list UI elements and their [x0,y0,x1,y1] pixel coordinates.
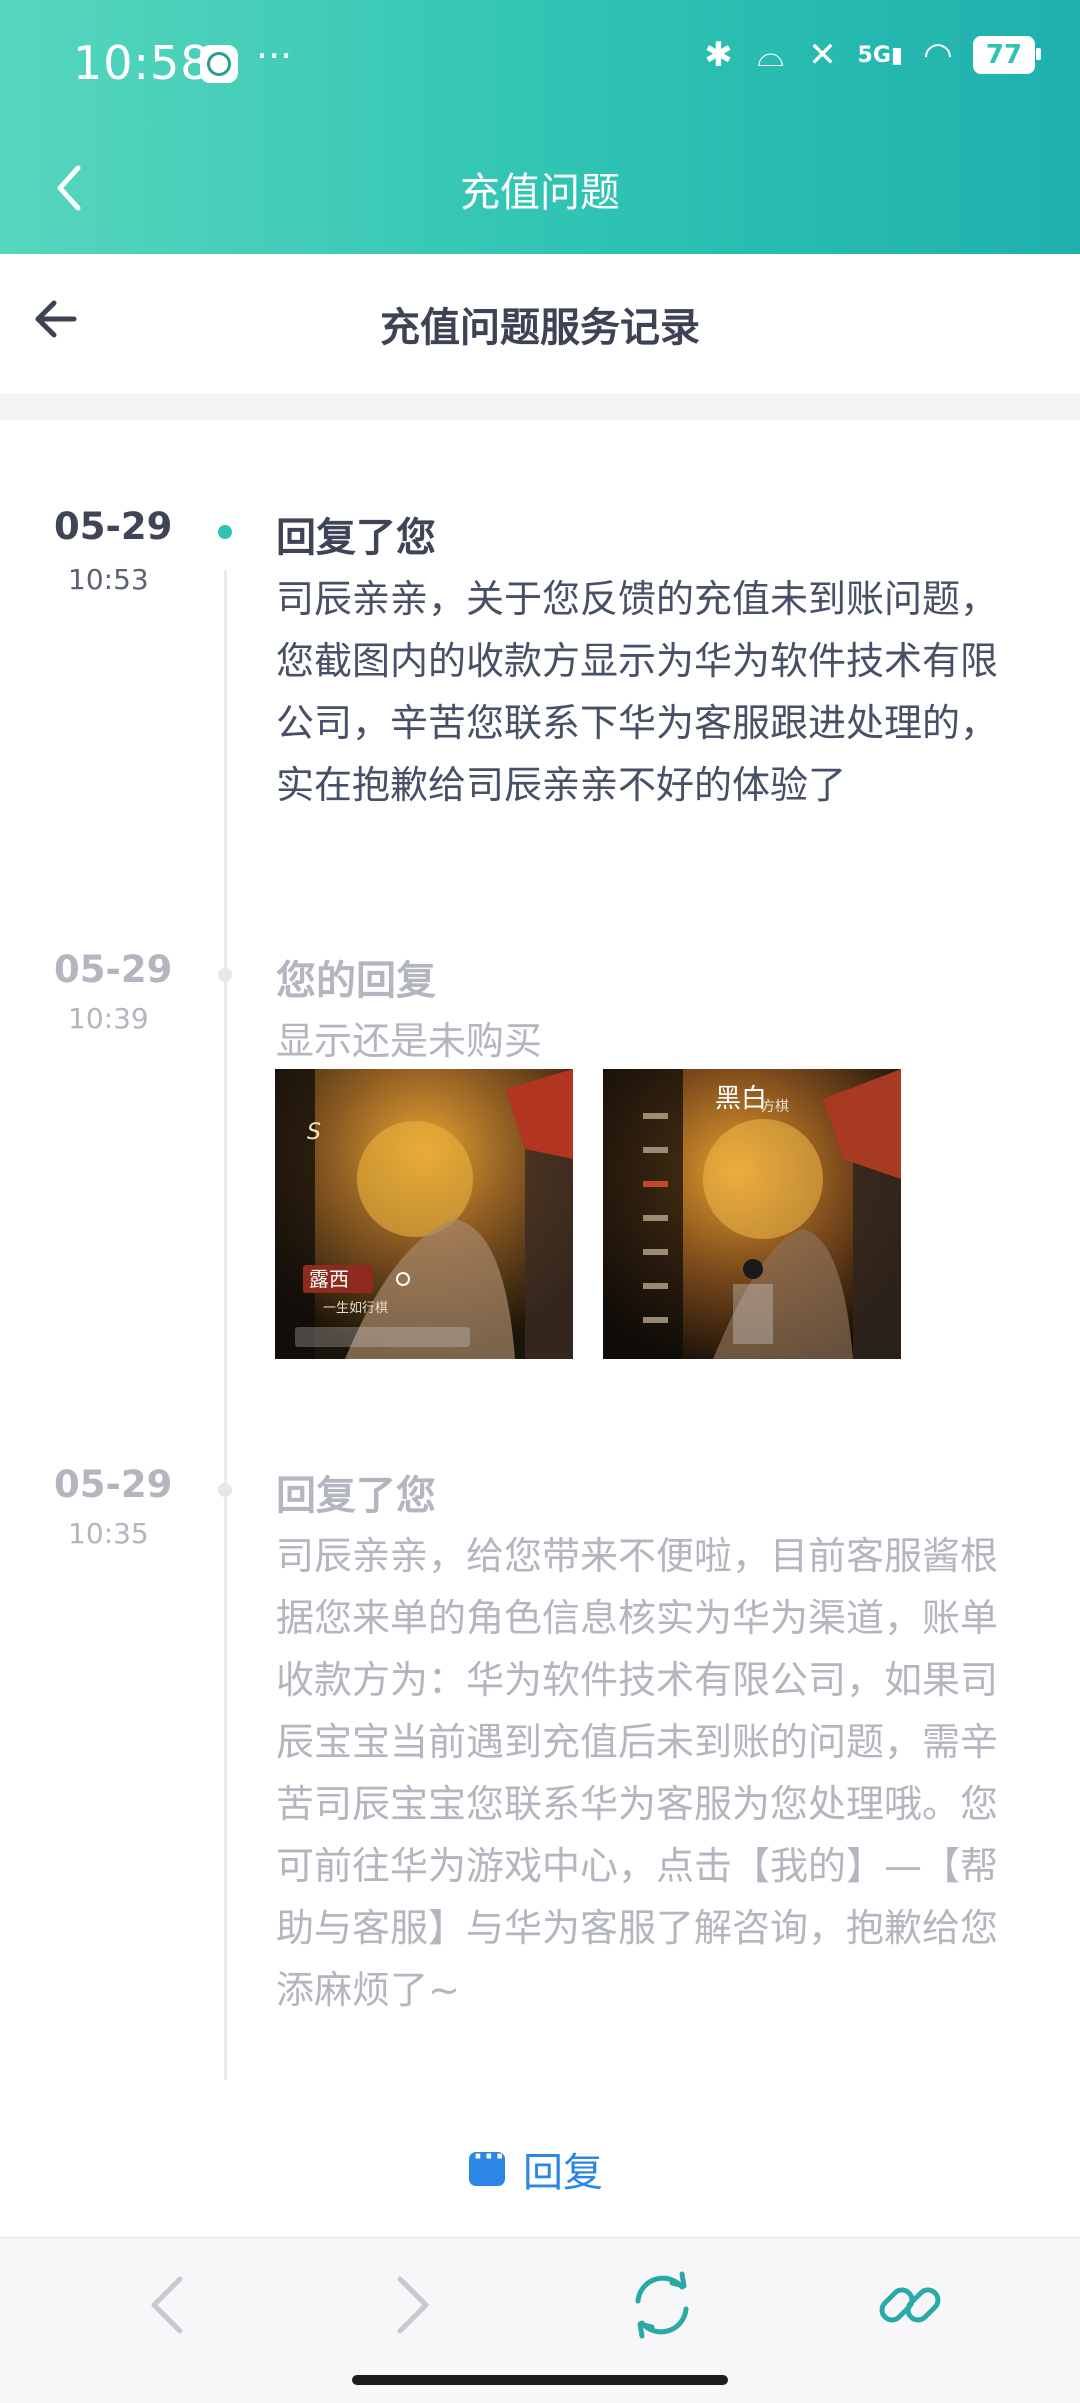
timeline-dot [218,968,232,982]
record-content: 显示还是未购买 [276,1019,543,1063]
silent-icon: ✕ [808,35,837,75]
record-time: 10:39 [68,1002,149,1035]
service-record-title: 充值问题服务记录 [380,305,700,351]
record-time: 10:53 [68,563,149,596]
reply-button[interactable]: 回复 [469,2140,603,2198]
status-time: 10:58 [73,36,211,90]
record-title: 回复了您 [276,515,436,561]
earbuds-icon: ⌓ [757,35,784,75]
record-date: 05-29 [54,505,173,548]
screenshot-image[interactable]: S 露西 一生如行棋 [275,1069,573,1359]
svg-text:黑白: 黑白 [715,1084,767,1114]
reply-label: 回复 [523,2150,603,2196]
svg-text:S: S [307,1120,321,1145]
record-date: 05-29 [54,948,173,991]
nav-back-icon[interactable] [128,2265,208,2345]
home-indicator[interactable] [352,2375,728,2385]
timeline-dot [218,1483,232,1497]
timeline-line [224,1525,227,2080]
refresh-icon[interactable] [622,2265,702,2345]
bluetooth-icon: ✱ [704,35,733,75]
record-content: 司辰亲亲，给您带来不便啦，目前客服酱根据您来单的角色信息核实为华为渠道，账单收款… [276,1534,999,2012]
timeline: 05-29 10:53 回复了您 司辰亲亲，关于您反馈的充值未到账问题，您截图内… [0,420,1080,2080]
page-title: 充值问题 [460,170,620,216]
timeline-dot-active [218,525,232,539]
record-time: 10:35 [68,1517,149,1550]
status-bar: 10:58 ··· ✱ ⌓ ✕ 5G▮ ◠ 77 [0,0,1080,130]
divider [0,394,1080,420]
screenshot-image[interactable]: 黑白 方棋 [603,1069,901,1359]
wifi-icon: ◠ [923,35,953,75]
record-title: 您的回复 [276,958,436,1004]
battery-icon: 77 [973,36,1041,74]
chat-bubble-icon [469,2142,506,2186]
record-date: 05-29 [54,1463,173,1506]
svg-text:露西: 露西 [309,1267,349,1291]
nav-forward-icon[interactable] [372,2265,452,2345]
status-icons: ✱ ⌓ ✕ 5G▮ ◠ 77 [702,35,1041,75]
link-icon[interactable] [870,2265,950,2345]
steering-wheel-icon [200,45,238,83]
record-content: 司辰亲亲，关于您反馈的充值未到账问题，您截图内的收款方显示为华为软件技术有限公司… [276,577,999,807]
svg-text:一生如行棋: 一生如行棋 [323,1300,388,1316]
signal-icon: 5G▮ [857,42,903,68]
svg-text:方棋: 方棋 [761,1099,789,1115]
record-title: 回复了您 [276,1473,436,1519]
more-notifications-icon: ··· [256,34,293,78]
